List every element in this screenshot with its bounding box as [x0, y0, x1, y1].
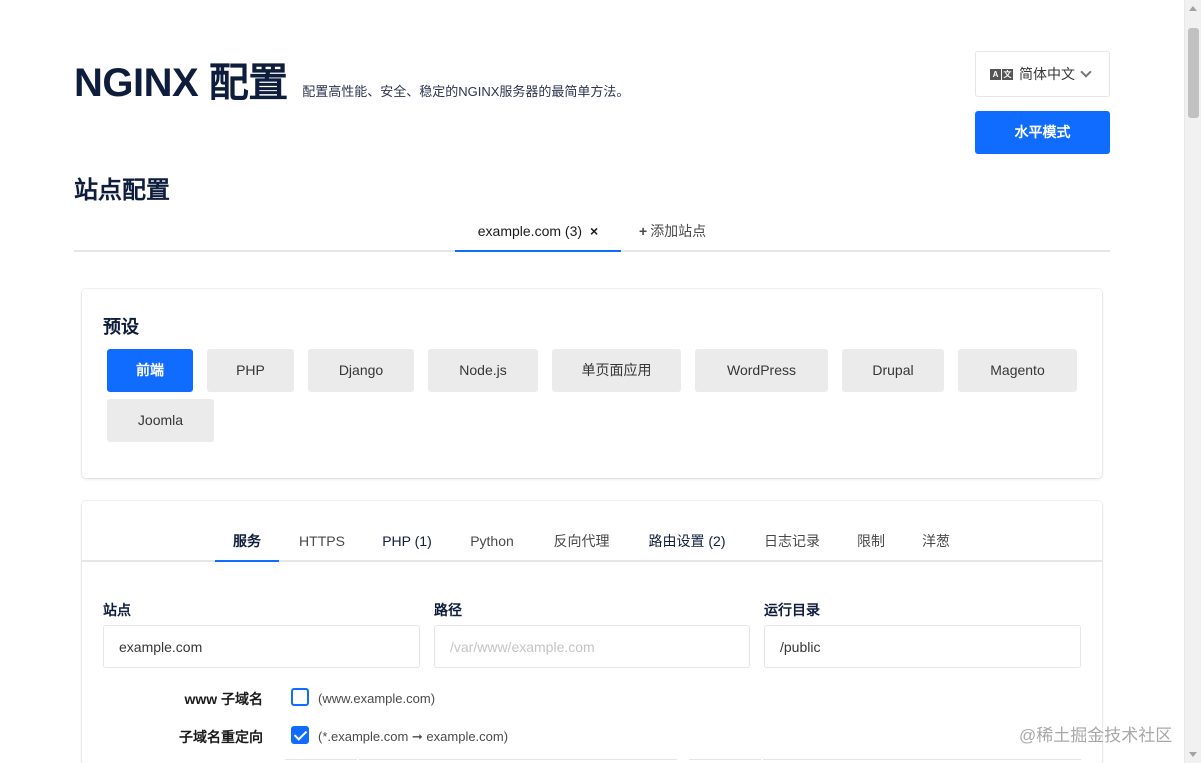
tab-routing[interactable]: 路由设置 (2): [635, 523, 739, 562]
tab-php[interactable]: PHP (1): [370, 523, 444, 562]
site-input[interactable]: [103, 625, 420, 668]
partial-input[interactable]: [359, 759, 677, 763]
partial-input[interactable]: [763, 759, 1081, 763]
preset-spa[interactable]: 单页面应用: [552, 349, 681, 392]
preset-drupal[interactable]: Drupal: [842, 349, 944, 392]
preset-wordpress[interactable]: WordPress: [695, 349, 828, 392]
tab-onion[interactable]: 洋葱: [911, 523, 961, 562]
page-subtitle: 配置高性能、安全、稳定的NGINX服务器的最简单方法。: [302, 84, 630, 99]
service-tabs: 服务 HTTPS PHP (1) Python 反向代理 路由设置 (2) 日志…: [82, 523, 1102, 562]
translate-icon: A文: [990, 68, 1013, 80]
site-config-title: 站点配置: [74, 177, 170, 204]
partial-input[interactable]: [285, 759, 357, 763]
www-subdomain-label: www 子域名: [184, 691, 263, 707]
www-subdomain-hint: (www.example.com): [318, 691, 436, 706]
root-input[interactable]: [764, 625, 1081, 668]
site-tabs: example.com (3) × + 添加站点: [74, 212, 1110, 252]
language-selected: 简体中文: [1019, 66, 1075, 82]
preset-django[interactable]: Django: [308, 349, 414, 392]
subdomain-redirect-checkbox[interactable]: [291, 726, 309, 744]
presets-card: 预设 前端 PHP Django Node.js 单页面应用 WordPress…: [82, 289, 1102, 478]
preset-frontend[interactable]: 前端: [107, 349, 193, 392]
scroll-down-icon[interactable]: [1189, 752, 1197, 757]
page-header: NGINX 配置 配置高性能、安全、稳定的NGINX服务器的最简单方法。: [74, 50, 629, 108]
preset-joomla[interactable]: Joomla: [107, 399, 214, 442]
service-card: 服务 HTTPS PHP (1) Python 反向代理 路由设置 (2) 日志…: [82, 501, 1102, 763]
presets-title: 预设: [103, 317, 139, 337]
site-tab-label: example.com (3): [477, 223, 583, 239]
scroll-up-icon[interactable]: [1189, 6, 1197, 11]
path-field-label: 路径: [434, 602, 462, 618]
scrollbar-thumb[interactable]: [1188, 28, 1199, 118]
preset-php[interactable]: PHP: [207, 349, 294, 392]
tab-logging[interactable]: 日志记录: [754, 523, 830, 562]
site-tab-example[interactable]: example.com (3) ×: [455, 212, 621, 252]
root-field-label: 运行目录: [764, 602, 820, 618]
tab-reverse-proxy[interactable]: 反向代理: [543, 523, 620, 562]
www-subdomain-checkbox[interactable]: [291, 688, 309, 706]
horizontal-mode-button[interactable]: 水平模式: [975, 111, 1110, 154]
site-field-label: 站点: [103, 602, 131, 618]
partial-input[interactable]: [689, 759, 761, 763]
tab-python[interactable]: Python: [457, 523, 527, 562]
subdomain-redirect-hint: (*.example.com ➞ example.com): [318, 729, 509, 744]
watermark: @稀土掘金技术社区: [1019, 726, 1173, 745]
tab-limits[interactable]: 限制: [846, 523, 896, 562]
preset-nodejs[interactable]: Node.js: [428, 349, 538, 392]
tab-service[interactable]: 服务: [215, 523, 279, 562]
add-site-button[interactable]: + 添加站点: [639, 212, 706, 252]
page-title: NGINX 配置: [74, 61, 288, 105]
tab-https[interactable]: HTTPS: [287, 523, 357, 562]
add-site-label: 添加站点: [650, 223, 707, 239]
language-select[interactable]: A文 简体中文: [975, 51, 1110, 97]
plus-icon: +: [639, 223, 648, 239]
subdomain-redirect-label: 子域名重定向: [179, 729, 263, 745]
preset-magento[interactable]: Magento: [958, 349, 1077, 392]
close-icon[interactable]: ×: [590, 223, 598, 239]
vertical-scrollbar[interactable]: [1184, 0, 1201, 763]
path-input[interactable]: [434, 625, 750, 668]
chevron-down-icon: [1080, 66, 1092, 78]
